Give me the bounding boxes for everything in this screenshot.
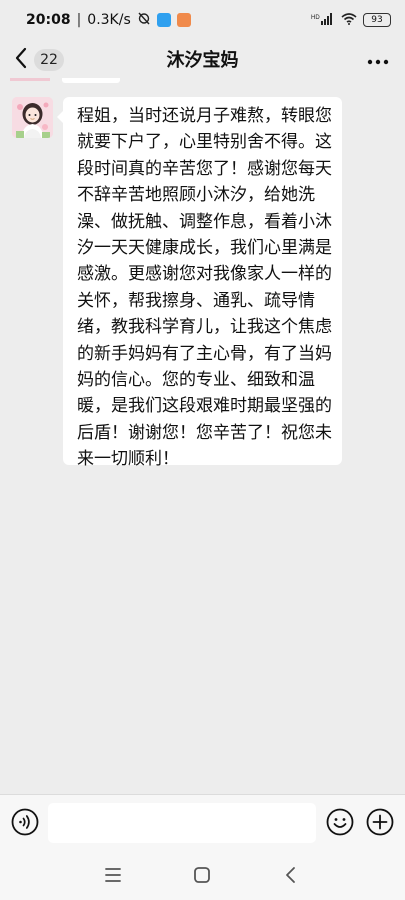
more-icon [367,50,389,69]
more-button[interactable] [365,46,391,72]
menu-icon [103,868,123,889]
status-separator: | [76,12,82,28]
previous-message-edge [62,78,120,83]
previous-avatar-edge [10,78,50,81]
message-text: 程姐，当时还说月子难熬，转眼您就要下户了，心里特别舍不得。这段时间真的辛苦您了！… [77,106,332,470]
emoji-button[interactable] [326,808,354,836]
system-navigation-bar [0,850,405,900]
chat-header: 22 沐汐宝妈 [0,40,405,78]
message-bubble[interactable]: 程姐，当时还说月子难熬，转眼您就要下户了，心里特别舍不得。这段时间真的辛苦您了！… [57,97,342,469]
recent-apps-button[interactable] [103,865,123,885]
input-bar [0,794,405,850]
wifi-icon [341,12,357,28]
home-button[interactable] [192,865,212,885]
message-input[interactable] [48,803,316,843]
status-bar: 20:08 | 0.3K/s HD 93 [0,0,405,40]
emoji-icon [326,808,354,840]
plus-icon [366,808,394,840]
voice-icon [11,808,39,840]
home-icon [192,867,212,889]
svg-text:HD: HD [311,15,320,21]
status-left: 20:08 | 0.3K/s [26,11,191,29]
chat-screen: 20:08 | 0.3K/s HD 93 22 沐汐宝妈 程姐，当时还说月子难熬… [0,0,405,900]
unread-count-badge: 22 [34,49,64,71]
chat-title: 沐汐宝妈 [166,50,239,71]
back-button[interactable]: 22 [14,46,64,74]
battery-icon: 93 [363,13,391,27]
app-notification-icon [156,13,171,27]
mute-alarm-icon [137,11,151,29]
avatar[interactable] [12,97,53,138]
bubble-tail [57,111,63,123]
status-right: HD 93 [311,12,391,28]
system-back-button[interactable] [281,865,301,885]
status-time: 20:08 [26,12,71,28]
more-functions-button[interactable] [366,808,394,836]
nav-back-icon [281,867,301,889]
signal-icon: HD [311,12,335,28]
app-notification-icon-2 [176,13,191,27]
back-icon [14,46,28,74]
network-speed: 0.3K/s [87,12,131,28]
voice-button[interactable] [11,808,39,836]
